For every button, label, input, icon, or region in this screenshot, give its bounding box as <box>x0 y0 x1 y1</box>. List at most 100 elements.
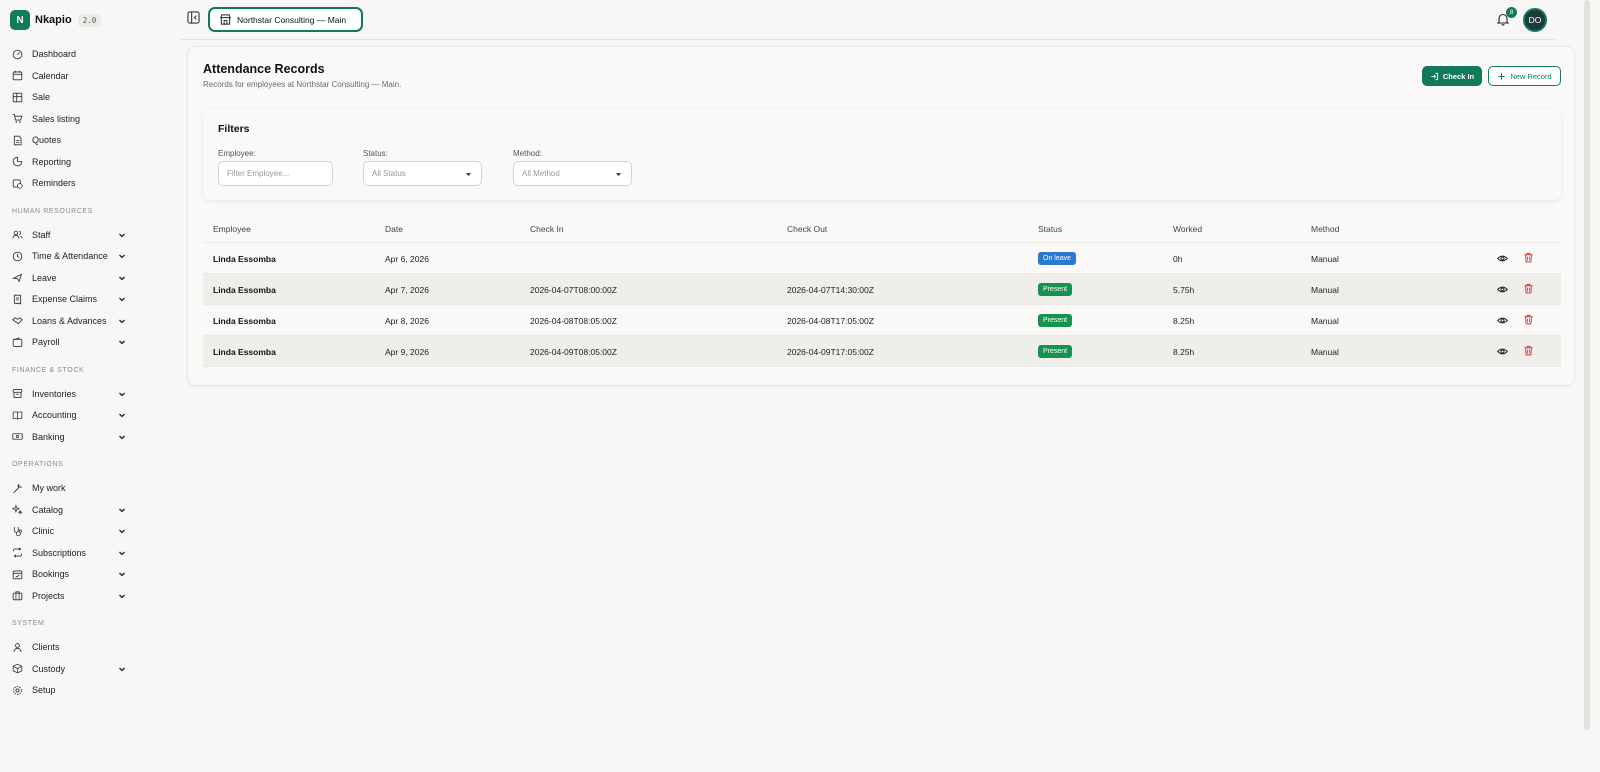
check-out-cell: 2026-04-07T14:30:00Z <box>787 285 874 295</box>
trash-icon[interactable] <box>1523 252 1534 263</box>
sidebar-item-reminders[interactable]: Reminders <box>12 174 126 192</box>
new-record-button[interactable]: New Record <box>1488 66 1561 86</box>
brand-logo: N <box>10 10 30 30</box>
dashboard-icon <box>12 49 23 60</box>
sidebar-item-label: Sale <box>32 92 51 102</box>
trash-icon[interactable] <box>1523 283 1534 294</box>
chevron-down-icon[interactable] <box>118 295 126 303</box>
sidebar-item-expense-claims[interactable]: Expense Claims <box>12 290 126 308</box>
sidebar-item-banking[interactable]: Banking <box>12 428 126 446</box>
sparkles-icon <box>12 504 23 515</box>
archive-icon <box>12 388 23 399</box>
chevron-down-icon[interactable] <box>118 506 126 514</box>
sidebar-item-leave[interactable]: Leave <box>12 269 126 287</box>
version-badge: 2.0 <box>77 13 102 27</box>
column-header-date[interactable]: Date <box>385 224 403 234</box>
column-header-worked[interactable]: Worked <box>1173 224 1202 234</box>
sidebar-item-sale[interactable]: Sale <box>12 88 126 106</box>
chevron-down-icon[interactable] <box>118 570 126 578</box>
sidebar-item-inventories[interactable]: Inventories <box>12 385 126 403</box>
check-in-button[interactable]: Check In <box>1422 66 1482 86</box>
page-scrollbar[interactable] <box>1584 0 1590 730</box>
table-row[interactable]: Linda Essomba Apr 6, 2026 0h Manual On leave <box>203 243 1561 274</box>
chevron-down-icon[interactable] <box>118 252 126 260</box>
sidebar-item-label: Reminders <box>32 178 76 188</box>
store-icon <box>219 13 232 26</box>
eye-icon[interactable] <box>1497 315 1508 326</box>
trash-icon[interactable] <box>1523 345 1534 356</box>
chevron-down-icon[interactable] <box>118 527 126 535</box>
sidebar-toggle-icon[interactable] <box>187 11 200 24</box>
eye-icon[interactable] <box>1497 346 1508 357</box>
status-badge: Present <box>1038 345 1073 358</box>
sidebar-item-accounting[interactable]: Accounting <box>12 406 126 424</box>
worked-cell: 5.75h <box>1173 285 1195 295</box>
chevron-down-icon[interactable] <box>118 338 126 346</box>
chevron-down-icon[interactable] <box>118 317 126 325</box>
box-icon <box>12 663 23 674</box>
sidebar-item-dashboard[interactable]: Dashboard <box>12 45 126 63</box>
eye-icon[interactable] <box>1497 253 1508 264</box>
calendar-check-icon <box>12 569 23 580</box>
sidebar-item-label: Sales listing <box>32 113 81 124</box>
sidebar-item-time-attendance[interactable]: Time & Attendance <box>12 247 126 265</box>
date-cell: Apr 6, 2026 <box>385 254 429 264</box>
column-header-check-in[interactable]: Check In <box>530 224 564 234</box>
sidebar-item-loans-advances[interactable]: Loans & Advances <box>12 312 126 330</box>
table-row[interactable]: Linda Essomba Apr 9, 2026 2026-04-09T08:05… <box>203 336 1561 367</box>
sidebar-item-label: Dashboard <box>32 49 77 59</box>
column-header-check-out[interactable]: Check Out <box>787 224 827 234</box>
sidebar-item-clients[interactable]: Clients <box>12 638 126 656</box>
brand[interactable]: N Nkapio 2.0 <box>10 10 102 30</box>
table-row[interactable]: Linda Essomba Apr 7, 2026 2026-04-07T08:00… <box>203 274 1561 305</box>
method-cell: Manual <box>1311 316 1339 326</box>
document-icon <box>12 135 23 146</box>
branch-selector-button[interactable]: Northstar Consulting — Main <box>208 7 363 32</box>
column-header-employee[interactable]: Employee <box>213 224 251 234</box>
calendar-clock-icon <box>12 178 23 189</box>
sidebar-item-sales-listing[interactable]: Sales listing <box>12 110 126 128</box>
chevron-down-icon[interactable] <box>118 231 126 239</box>
eye-icon[interactable] <box>1497 284 1508 295</box>
column-header-method[interactable]: Method <box>1311 224 1339 234</box>
wrench-icon <box>12 483 23 494</box>
status-filter-select[interactable]: All Status <box>363 161 482 186</box>
sidebar-item-reporting[interactable]: Reporting <box>12 153 126 171</box>
chevron-down-icon[interactable] <box>118 665 126 673</box>
repeat-icon <box>12 547 23 558</box>
sidebar-section-title: OPERATIONS <box>12 461 64 468</box>
sidebar-item-label: Time & Attendance <box>32 251 108 261</box>
sidebar-item-payroll[interactable]: Payroll <box>12 333 126 351</box>
sidebar-item-quotes[interactable]: Quotes <box>12 131 126 149</box>
sidebar-item-clinic[interactable]: Clinic <box>12 522 126 540</box>
chevron-down-icon[interactable] <box>118 390 126 398</box>
trash-icon[interactable] <box>1523 314 1534 325</box>
method-filter-select[interactable]: All Method <box>513 161 632 186</box>
sidebar-item-label: Catalog <box>32 504 64 515</box>
sidebar-item-setup[interactable]: Setup <box>12 681 126 699</box>
sidebar-item-calendar[interactable]: Calendar <box>12 67 126 85</box>
chevron-down-icon[interactable] <box>118 274 126 282</box>
check-in-cell: 2026-04-07T08:00:00Z <box>530 285 617 295</box>
chevron-down-icon[interactable] <box>118 411 126 419</box>
chevron-down-icon[interactable] <box>118 592 126 600</box>
employee-filter-input[interactable]: Filter Employee... <box>218 161 333 186</box>
sidebar-item-staff[interactable]: Staff <box>12 226 126 244</box>
employee-cell: Linda Essomba <box>213 285 276 295</box>
sidebar-item-custody[interactable]: Custody <box>12 660 126 678</box>
sidebar-item-label: Subscriptions <box>32 547 87 558</box>
date-cell: Apr 9, 2026 <box>385 347 429 357</box>
column-header-status[interactable]: Status <box>1038 224 1062 234</box>
table-row[interactable]: Linda Essomba Apr 8, 2026 2026-04-08T08:05… <box>203 305 1561 336</box>
sidebar-item-label: My work <box>32 483 66 493</box>
sidebar-item-subscriptions[interactable]: Subscriptions <box>12 544 126 562</box>
chevron-down-icon[interactable] <box>118 433 126 441</box>
sidebar-item-catalog[interactable]: Catalog <box>12 501 126 519</box>
sidebar-item-my-work[interactable]: My work <box>12 479 126 497</box>
sidebar-item-bookings[interactable]: Bookings <box>12 565 126 583</box>
chevron-down-icon[interactable] <box>118 549 126 557</box>
check-out-cell: 2026-04-08T17:05:00Z <box>787 316 874 326</box>
sidebar-item-projects[interactable]: Projects <box>12 587 126 605</box>
avatar[interactable]: DO <box>1523 8 1547 32</box>
sidebar: N Nkapio 2.0 Dashboard Calendar Sale Sales … <box>0 0 180 772</box>
